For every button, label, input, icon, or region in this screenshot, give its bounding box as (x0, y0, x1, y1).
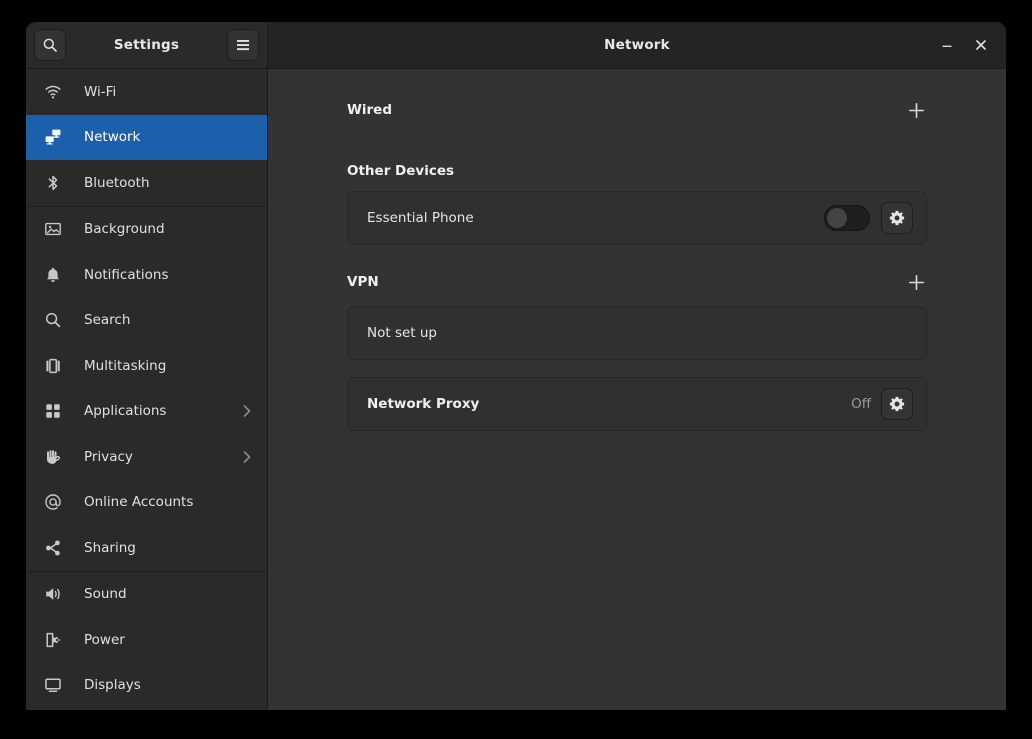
display-monitor-icon (43, 675, 63, 695)
main-menu-button[interactable] (227, 29, 259, 61)
window-header: Network (268, 22, 1006, 68)
other-devices-card: Essential Phone (347, 191, 927, 245)
vpn-title: VPN (347, 274, 379, 290)
other-devices-title: Other Devices (347, 163, 455, 179)
gear-icon (889, 396, 905, 412)
search-icon (43, 310, 63, 330)
at-sign-icon (43, 492, 63, 512)
settings-window: Settings Network Wi-Fi Network Bluetooth… (26, 22, 1006, 710)
sidebar: Wi-Fi Network Bluetooth Background Notif… (26, 69, 268, 710)
multitasking-icon (43, 356, 63, 376)
wired-section-header: Wired (347, 95, 927, 125)
settings-content: Wired Other Devices Essential Phone VPN … (347, 95, 927, 431)
sidebar-item-label: Privacy (84, 448, 133, 465)
sidebar-item-sound[interactable]: Sound (26, 572, 267, 618)
sidebar-item-applications[interactable]: Applications (26, 389, 267, 435)
chevron-right-icon (241, 403, 253, 419)
sidebar-item-wifi[interactable]: Wi-Fi (26, 69, 267, 115)
window-body: Wi-Fi Network Bluetooth Background Notif… (26, 69, 1006, 710)
wired-title: Wired (347, 102, 392, 118)
search-icon (43, 38, 57, 52)
sidebar-item-bluetooth[interactable]: Bluetooth (26, 160, 267, 206)
network-proxy-card: Network Proxy Off (347, 377, 927, 431)
plus-icon (908, 102, 924, 118)
gear-icon (889, 210, 905, 226)
sidebar-item-online-accounts[interactable]: Online Accounts (26, 480, 267, 526)
network-icon (43, 127, 63, 147)
background-image-icon (43, 219, 63, 239)
vpn-card: Not set up (347, 306, 927, 360)
bluetooth-icon (43, 173, 63, 193)
sidebar-item-label: Bluetooth (84, 174, 150, 191)
device-settings-button[interactable] (881, 202, 913, 234)
sidebar-item-label: Applications (84, 403, 167, 420)
minimize-button[interactable] (934, 32, 960, 58)
window-controls (934, 22, 994, 68)
sidebar-item-displays[interactable]: Displays (26, 663, 267, 709)
vpn-section-header: VPN (347, 267, 927, 297)
sidebar-item-network[interactable]: Network (26, 114, 267, 160)
window-title: Network (604, 37, 670, 53)
sidebar-item-label: Multitasking (84, 357, 167, 374)
share-nodes-icon (43, 538, 63, 558)
sidebar-item-privacy[interactable]: Privacy (26, 434, 267, 480)
main-content: Wired Other Devices Essential Phone VPN … (268, 69, 1006, 710)
sidebar-item-label: Power (84, 631, 125, 648)
search-button[interactable] (34, 29, 66, 61)
sidebar-item-label: Online Accounts (84, 494, 194, 511)
plus-icon (908, 274, 924, 290)
toggle-knob (827, 208, 847, 228)
device-enable-toggle[interactable] (824, 205, 870, 231)
sidebar-item-label: Background (84, 221, 165, 238)
close-icon (976, 40, 986, 50)
close-button[interactable] (968, 32, 994, 58)
sidebar-item-power[interactable]: Power (26, 617, 267, 663)
settings-title: Settings (113, 37, 180, 53)
sidebar-header: Settings (26, 22, 268, 68)
minimize-icon (942, 45, 952, 47)
sidebar-item-label: Network (84, 129, 141, 146)
device-name: Essential Phone (367, 210, 474, 226)
hamburger-menu-icon (237, 40, 249, 51)
sidebar-item-notifications[interactable]: Notifications (26, 252, 267, 298)
chevron-right-icon (241, 449, 253, 465)
sidebar-item-label: Notifications (84, 266, 169, 283)
wifi-icon (43, 82, 63, 102)
bell-icon (43, 265, 63, 285)
sidebar-item-sharing[interactable]: Sharing (26, 525, 267, 571)
header-bar: Settings Network (26, 22, 1006, 69)
hand-privacy-icon (43, 447, 63, 467)
sidebar-item-label: Displays (84, 677, 141, 694)
sidebar-item-search[interactable]: Search (26, 298, 267, 344)
network-proxy-row[interactable]: Network Proxy Off (348, 378, 926, 430)
add-wired-connection-button[interactable] (901, 95, 931, 125)
device-row[interactable]: Essential Phone (348, 192, 926, 244)
sidebar-item-label: Sound (84, 586, 127, 603)
sidebar-item-label: Search (84, 312, 131, 329)
add-vpn-button[interactable] (901, 267, 931, 297)
network-proxy-title: Network Proxy (367, 396, 480, 412)
network-proxy-settings-button[interactable] (881, 388, 913, 420)
other-devices-section-header: Other Devices (347, 160, 927, 182)
sidebar-item-multitasking[interactable]: Multitasking (26, 343, 267, 389)
network-proxy-status: Off (851, 396, 871, 412)
applications-grid-icon (43, 401, 63, 421)
vpn-status: Not set up (367, 325, 437, 341)
vpn-status-row: Not set up (348, 307, 926, 359)
sidebar-item-background[interactable]: Background (26, 207, 267, 253)
sidebar-item-label: Wi-Fi (84, 83, 117, 100)
sidebar-item-label: Sharing (84, 539, 136, 556)
power-plug-icon (43, 630, 63, 650)
speaker-icon (43, 584, 63, 604)
